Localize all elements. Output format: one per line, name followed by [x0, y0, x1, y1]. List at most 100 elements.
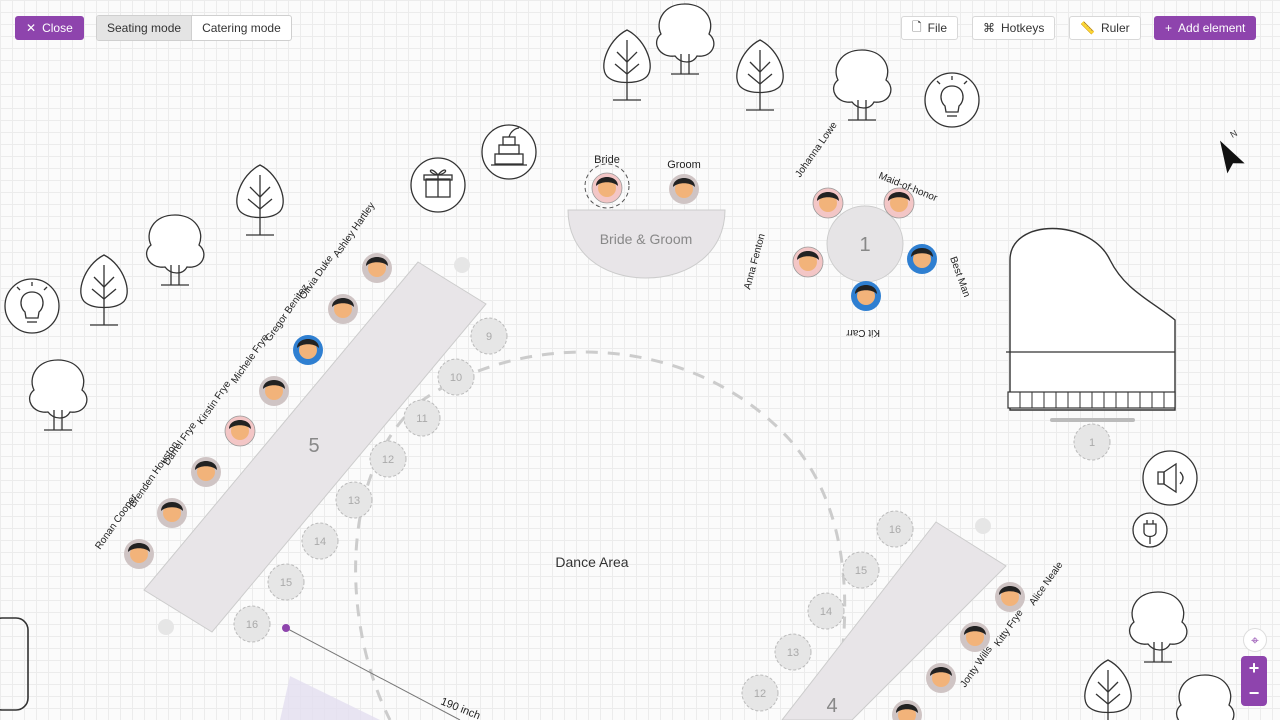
tree-icon[interactable]	[655, 3, 715, 75]
compass-icon[interactable]: N	[1209, 128, 1252, 174]
table-1[interactable]: 1	[826, 205, 904, 283]
tree-icon[interactable]	[1084, 659, 1132, 720]
svg-text:13: 13	[787, 647, 799, 659]
lightbulb-icon[interactable]	[924, 72, 980, 128]
tree-icon[interactable]	[1175, 674, 1235, 720]
bride-groom-table[interactable]: Bride & Groom	[567, 209, 726, 279]
groom-seat[interactable]	[669, 174, 699, 204]
partial-element[interactable]	[0, 617, 29, 711]
svg-text:10: 10	[450, 372, 462, 384]
guest-name: Kirstin Frye	[195, 379, 233, 427]
table-number: 1	[859, 234, 870, 256]
svg-text:16: 16	[889, 524, 901, 536]
svg-text:12: 12	[382, 454, 394, 466]
guest-name: Ashley Hartley	[331, 201, 377, 260]
empty-seat[interactable]: 10	[437, 358, 475, 396]
lightbulb-icon[interactable]	[4, 278, 60, 334]
cake-icon[interactable]	[481, 124, 537, 180]
empty-seat[interactable]: 12	[741, 674, 779, 712]
catering-mode-tab[interactable]: Catering mode	[191, 16, 291, 40]
ruler-button[interactable]: 📏 Ruler	[1069, 16, 1141, 40]
guest-seat[interactable]	[362, 253, 392, 283]
seat-marker	[975, 518, 991, 534]
svg-text:14: 14	[314, 536, 326, 548]
empty-seat[interactable]: 14	[301, 522, 339, 560]
tree-icon[interactable]	[80, 254, 128, 326]
svg-text:14: 14	[820, 606, 832, 618]
seating-mode-tab[interactable]: Seating mode	[97, 16, 192, 40]
guest-seat[interactable]	[926, 663, 956, 693]
tree-icon[interactable]	[832, 49, 892, 121]
hotkeys-button[interactable]: ⌘ Hotkeys	[972, 16, 1056, 40]
empty-seat[interactable]: 14	[807, 592, 845, 630]
ruler-measurement: 190 inch	[439, 696, 482, 720]
empty-seat[interactable]: 16	[876, 510, 914, 548]
guest-seat[interactable]	[157, 498, 187, 528]
empty-seat[interactable]: 13	[335, 481, 373, 519]
guest-name: Michele Frye	[229, 332, 271, 386]
guest-seat[interactable]	[191, 457, 221, 487]
guest-seat[interactable]	[293, 335, 323, 365]
guest-seat[interactable]	[124, 539, 154, 569]
guest-seat[interactable]	[224, 415, 256, 447]
zoom-out-button[interactable]: −	[1241, 681, 1267, 706]
guest-seat[interactable]	[812, 187, 844, 219]
guest-seat[interactable]	[259, 376, 289, 406]
power-outlet-icon[interactable]	[1132, 512, 1168, 548]
guest-name: Kit Carr	[845, 327, 880, 338]
zoom-out-icon: −	[1248, 683, 1260, 703]
empty-seat[interactable]: 15	[842, 551, 880, 589]
add-element-button[interactable]: + Add element	[1154, 16, 1257, 40]
guest-seat[interactable]	[851, 281, 881, 311]
guest-seat[interactable]	[995, 582, 1025, 612]
floor-plan-canvas[interactable]: N 1 Dance Area Bride & Groom Bride Groom…	[0, 0, 1280, 720]
piano-icon[interactable]	[1006, 227, 1176, 423]
locate-button[interactable]: ⌖	[1243, 628, 1267, 652]
close-button[interactable]: ✕ Close	[15, 16, 84, 40]
table-number: 4	[826, 695, 837, 717]
guest-name: Gregor Benitez	[263, 282, 311, 343]
ruler-line[interactable]: 190 inch	[280, 624, 482, 720]
empty-seat[interactable]: 9	[470, 317, 508, 355]
dance-area-label: Dance Area	[555, 554, 628, 570]
tree-icon[interactable]	[603, 29, 651, 101]
file-icon: 🗋	[912, 19, 922, 34]
table-5[interactable]: 5	[143, 261, 487, 633]
gift-icon[interactable]	[410, 157, 466, 213]
empty-seat[interactable]: 15	[267, 563, 305, 601]
piano-seat[interactable]: 1	[1073, 423, 1111, 461]
bride-label: Bride	[594, 154, 620, 166]
table-number: 5	[308, 435, 319, 457]
empty-seat[interactable]: 13	[774, 633, 812, 671]
tree-icon[interactable]	[28, 359, 88, 431]
svg-text:N: N	[1228, 128, 1239, 140]
guest-name: Anna Fenton	[742, 233, 767, 291]
svg-text:15: 15	[855, 565, 867, 577]
seat-marker	[158, 619, 174, 635]
guest-seat[interactable]	[892, 700, 922, 720]
empty-seat[interactable]: 16	[233, 605, 271, 643]
guest-seat[interactable]	[792, 246, 824, 278]
bride-seat[interactable]	[584, 163, 630, 209]
empty-seat[interactable]: 11	[403, 399, 441, 437]
mode-toggle: Seating mode Catering mode	[96, 15, 292, 41]
guest-name: Kitty Frye	[992, 607, 1025, 648]
tree-icon[interactable]	[236, 164, 284, 236]
speaker-icon[interactable]	[1142, 450, 1198, 506]
guest-seat[interactable]	[328, 294, 358, 324]
file-button[interactable]: 🗋 File	[901, 16, 958, 40]
piano-seat-number: 1	[1089, 437, 1095, 449]
groom-label: Groom	[667, 159, 701, 171]
guest-seat[interactable]	[907, 244, 937, 274]
zoom-in-icon: +	[1248, 658, 1260, 678]
empty-seat[interactable]: 12	[369, 440, 407, 478]
tree-icon[interactable]	[145, 214, 205, 286]
svg-text:9: 9	[486, 331, 492, 343]
locate-icon: ⌖	[1251, 631, 1259, 648]
tree-icon[interactable]	[736, 39, 784, 111]
close-icon: ✕	[26, 21, 37, 35]
tree-icon[interactable]	[1128, 591, 1188, 663]
zoom-in-button[interactable]: +	[1241, 656, 1267, 681]
hotkeys-icon: ⌘	[983, 21, 995, 35]
svg-text:16: 16	[246, 619, 258, 631]
